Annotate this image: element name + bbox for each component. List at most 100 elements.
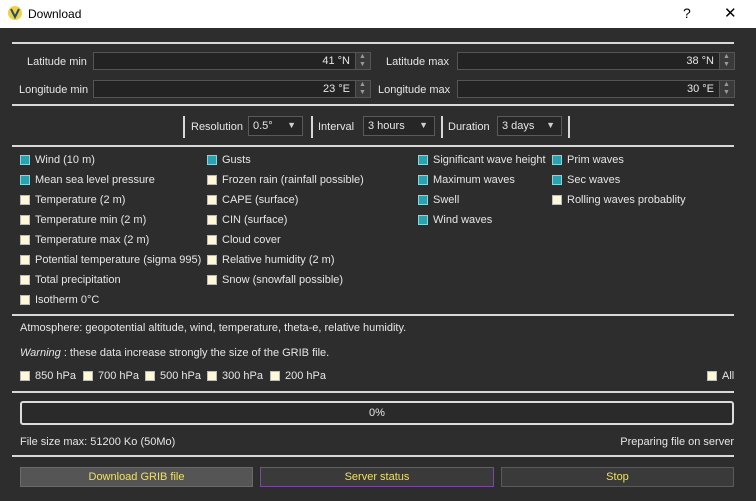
- parameter-label: Temperature (2 m): [35, 194, 126, 206]
- warning-message: : these data increase strongly the size …: [60, 347, 330, 359]
- parameter-checkbox[interactable]: [207, 255, 217, 265]
- spin-up-icon[interactable]: ▲: [359, 81, 366, 89]
- longitude-min-value: 23 °E: [322, 83, 350, 95]
- parameter-label: Temperature min (2 m): [35, 214, 147, 226]
- all-levels-label: All: [722, 370, 735, 382]
- latitude-min-value: 41 °N: [322, 55, 350, 67]
- interval-select[interactable]: 3 hours ▼: [363, 116, 435, 136]
- spin-up-icon[interactable]: ▲: [723, 81, 730, 89]
- longitude-max-spinbox[interactable]: 30 °E ▲ ▼: [457, 80, 735, 98]
- parameter-label: Snow (snowfall possible): [222, 274, 344, 286]
- parameter-checkbox[interactable]: [418, 195, 428, 205]
- parameter-checkbox[interactable]: [418, 155, 428, 165]
- resolution-value: 0.5°: [253, 120, 273, 132]
- pressure-level-label: 300 hPa: [222, 370, 263, 382]
- pressure-level-label: 200 hPa: [285, 370, 326, 382]
- server-message: Preparing file on server: [620, 436, 734, 448]
- parameter-checkbox[interactable]: [20, 295, 30, 305]
- parameter-label: Total precipitation: [35, 274, 121, 286]
- parameter-label: Gusts: [222, 154, 251, 166]
- parameter-checkbox[interactable]: [552, 195, 562, 205]
- latitude-max-value: 38 °N: [686, 55, 714, 67]
- window-title: Download: [28, 7, 82, 21]
- stop-button[interactable]: Stop: [501, 467, 734, 487]
- server-status-button[interactable]: Server status: [260, 467, 494, 487]
- parameter-checkbox[interactable]: [20, 275, 30, 285]
- duration-select[interactable]: 3 days ▼: [497, 116, 562, 136]
- parameter-label: Wind (10 m): [35, 154, 95, 166]
- download-grib-button[interactable]: Download GRIB file: [20, 467, 253, 487]
- parameter-checkbox[interactable]: [207, 275, 217, 285]
- file-size-text: File size max: 51200 Ko (50Mo): [20, 436, 176, 448]
- longitude-min-spinbox[interactable]: 23 °E ▲ ▼: [93, 80, 371, 98]
- spin-down-icon[interactable]: ▼: [359, 89, 366, 97]
- progress-text: 0%: [369, 407, 385, 419]
- close-icon[interactable]: ✕: [724, 4, 737, 22]
- parameter-checkbox[interactable]: [418, 175, 428, 185]
- warning-text: Warning : these data increase strongly t…: [20, 347, 329, 359]
- separator-options: [12, 145, 734, 147]
- spin-down-icon[interactable]: ▼: [723, 89, 730, 97]
- spin-down-icon[interactable]: ▼: [359, 61, 366, 69]
- pressure-level-checkbox[interactable]: [145, 371, 155, 381]
- spin-up-icon[interactable]: ▲: [723, 53, 730, 61]
- parameter-checkbox[interactable]: [418, 215, 428, 225]
- parameter-checkbox[interactable]: [207, 155, 217, 165]
- duration-label: Duration: [448, 121, 490, 133]
- pressure-level-label: 850 hPa: [35, 370, 76, 382]
- pressure-level-label: 500 hPa: [160, 370, 201, 382]
- parameter-label: Temperature max (2 m): [35, 234, 150, 246]
- pressure-level-checkbox[interactable]: [270, 371, 280, 381]
- pressure-level-checkbox[interactable]: [20, 371, 30, 381]
- longitude-max-stepper[interactable]: ▲ ▼: [719, 81, 734, 97]
- parameter-label: Relative humidity (2 m): [222, 254, 335, 266]
- parameter-label: Prim waves: [567, 154, 624, 166]
- parameter-checkbox[interactable]: [20, 175, 30, 185]
- pressure-level-checkbox[interactable]: [83, 371, 93, 381]
- parameter-label: CAPE (surface): [222, 194, 299, 206]
- parameter-checkbox[interactable]: [20, 215, 30, 225]
- resolution-select[interactable]: 0.5° ▼: [248, 116, 303, 136]
- download-progress-bar: 0%: [20, 401, 734, 425]
- parameter-label: Isotherm 0°C: [35, 294, 100, 306]
- parameter-checkbox[interactable]: [207, 215, 217, 225]
- latitude-min-spinbox[interactable]: 41 °N ▲ ▼: [93, 52, 371, 70]
- latitude-min-label: Latitude min: [27, 56, 87, 68]
- longitude-min-stepper[interactable]: ▲ ▼: [355, 81, 370, 97]
- latitude-min-stepper[interactable]: ▲ ▼: [355, 53, 370, 69]
- latitude-max-stepper[interactable]: ▲ ▼: [719, 53, 734, 69]
- parameter-checkbox[interactable]: [20, 155, 30, 165]
- pressure-level-label: 700 hPa: [98, 370, 139, 382]
- interval-label: Interval: [318, 121, 355, 133]
- separator-atmosphere: [12, 391, 734, 393]
- parameter-checkbox[interactable]: [207, 235, 217, 245]
- chevron-down-icon: ▼: [546, 120, 555, 130]
- longitude-max-label: Longitude max: [378, 84, 451, 96]
- spin-up-icon[interactable]: ▲: [359, 53, 366, 61]
- spin-down-icon[interactable]: ▼: [723, 61, 730, 69]
- pressure-level-checkbox[interactable]: [207, 371, 217, 381]
- options-divider-right: [568, 116, 570, 138]
- options-divider-left: [183, 116, 185, 138]
- parameter-checkbox[interactable]: [20, 255, 30, 265]
- title-bar: Download ? ✕: [0, 0, 756, 28]
- parameter-checkbox[interactable]: [20, 235, 30, 245]
- help-icon[interactable]: ?: [683, 5, 691, 21]
- parameter-checkbox[interactable]: [20, 195, 30, 205]
- separator-bottom: [12, 455, 734, 457]
- parameter-checkbox[interactable]: [207, 195, 217, 205]
- all-levels-checkbox[interactable]: [707, 371, 717, 381]
- latitude-max-spinbox[interactable]: 38 °N ▲ ▼: [457, 52, 735, 70]
- parameter-label: Rolling waves probablity: [567, 194, 686, 206]
- parameter-checkbox[interactable]: [552, 175, 562, 185]
- parameter-label: Cloud cover: [222, 234, 281, 246]
- options-divider: [311, 116, 313, 138]
- separator-params: [12, 314, 734, 316]
- parameter-label: Swell: [433, 194, 460, 206]
- parameter-label: CIN (surface): [222, 214, 288, 226]
- duration-value: 3 days: [502, 120, 535, 132]
- app-logo-icon: [8, 6, 22, 20]
- parameter-checkbox[interactable]: [552, 155, 562, 165]
- parameter-checkbox[interactable]: [207, 175, 217, 185]
- separator-top: [12, 42, 734, 44]
